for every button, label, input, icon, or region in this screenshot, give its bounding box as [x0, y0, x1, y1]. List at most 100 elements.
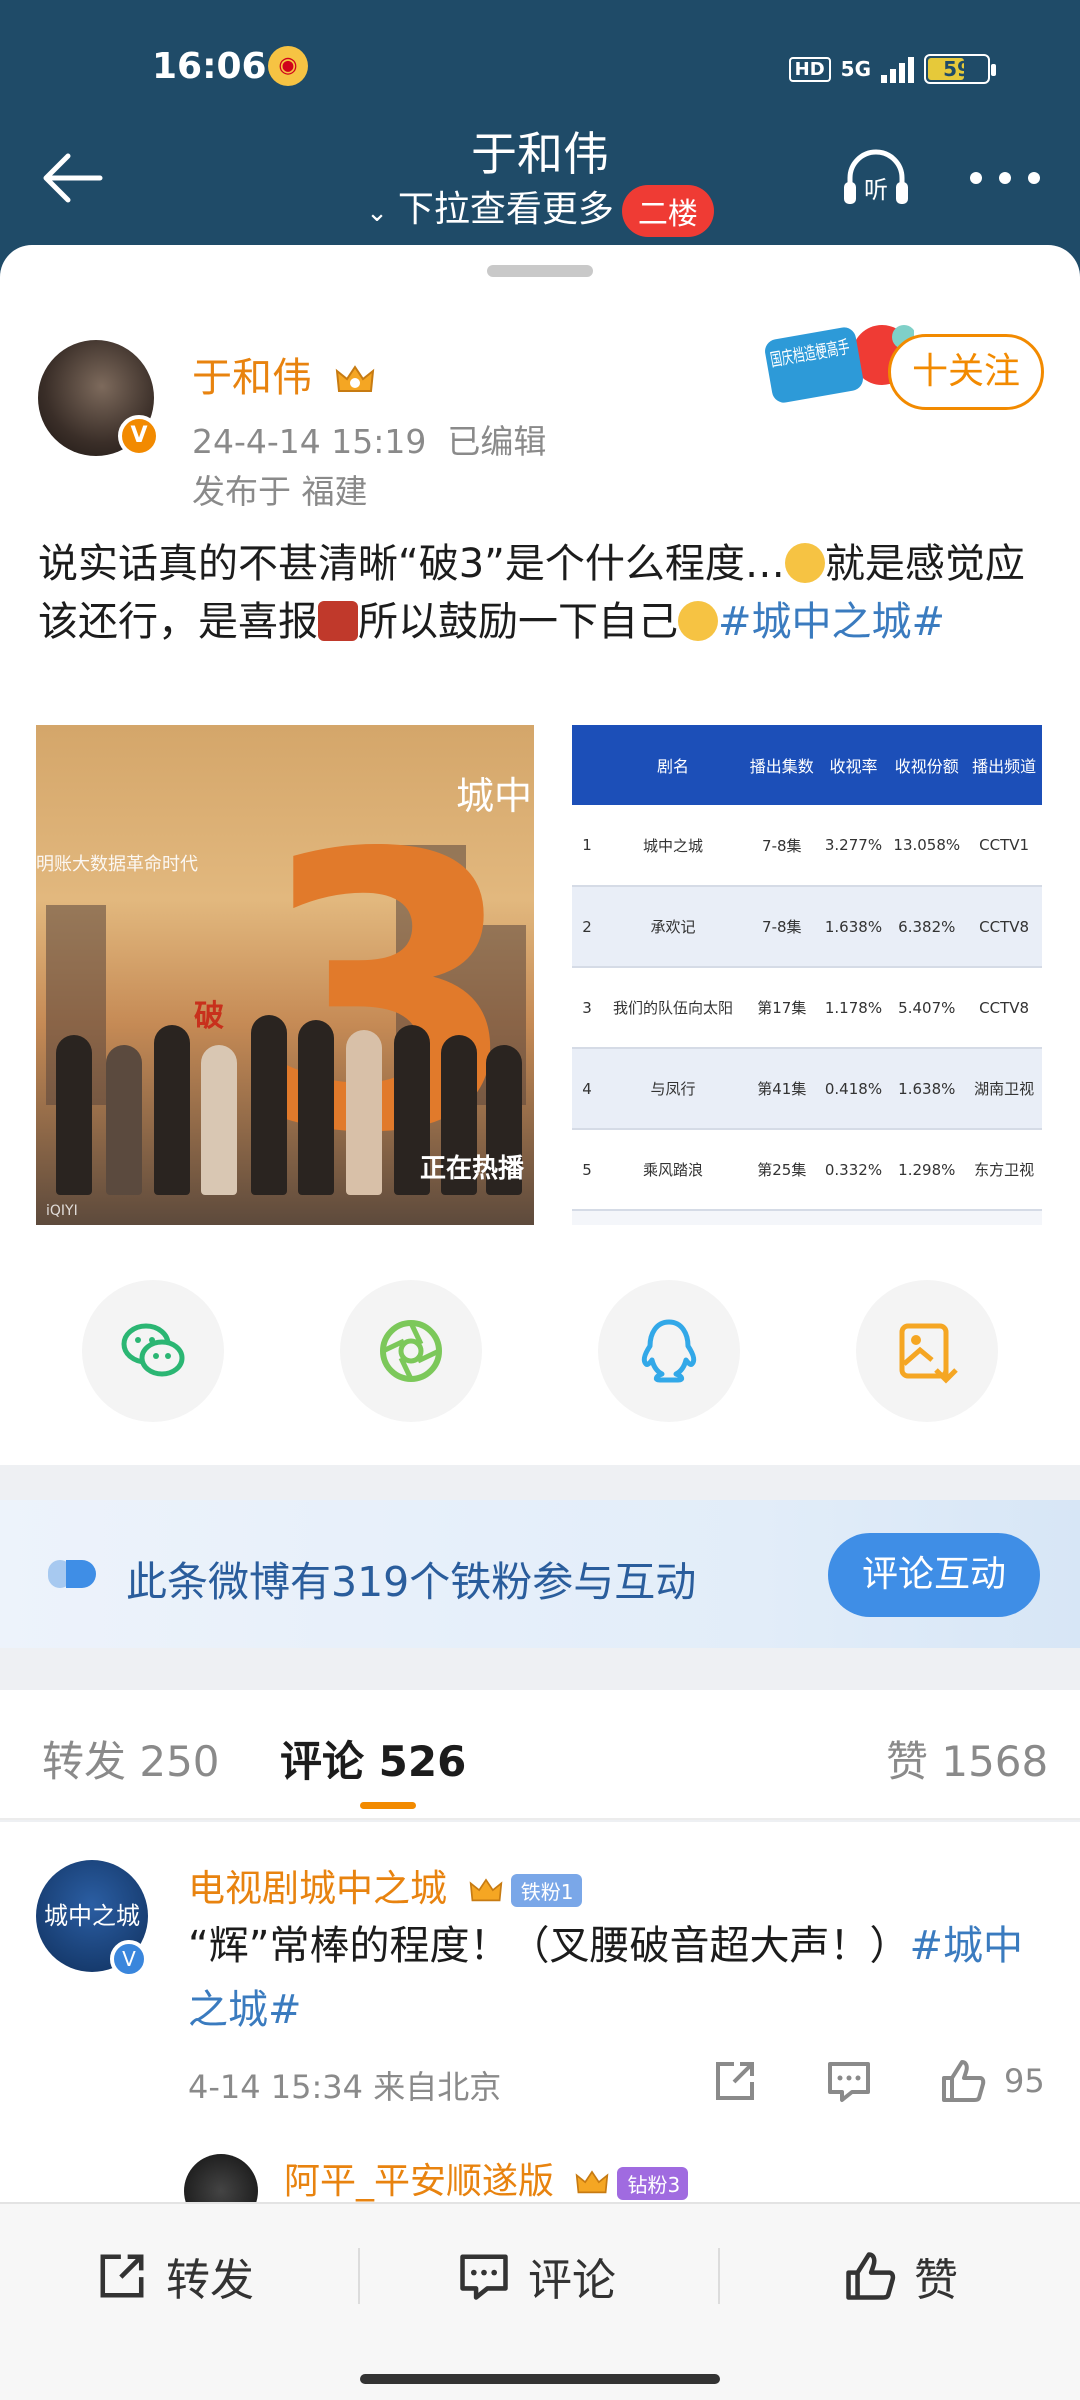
ratings-cell: 13.058% — [887, 805, 967, 887]
comment-body: “辉”常棒的程度！（叉腰破音超大声！） — [188, 1923, 910, 1969]
hashtag-link[interactable]: #城中之城# — [718, 599, 945, 645]
save-image-button[interactable] — [856, 1280, 998, 1422]
comment-location: 来自北京 — [373, 2068, 502, 2106]
crown-icon — [469, 1877, 503, 1901]
author-name[interactable]: 于和伟 — [192, 345, 375, 403]
ratings-cell: 第17集 — [743, 967, 820, 1049]
share-wechat-button[interactable] — [82, 1280, 224, 1422]
reply-author[interactable]: 阿平_平安顺遂版 钻粉3 — [284, 2152, 689, 2204]
like-label: 赞 — [914, 2255, 958, 2306]
page-title: 于和伟 — [471, 127, 609, 181]
ratings-cell: 湖南卫视 — [966, 1048, 1042, 1130]
share-moments-button[interactable] — [340, 1280, 482, 1422]
comment-time: 4-14 15:34 — [188, 2068, 364, 2106]
ratings-cell: 5 — [572, 1129, 602, 1211]
active-tab-indicator — [360, 1802, 416, 1809]
verified-badge-icon: V — [118, 415, 160, 457]
author-name-text: 于和伟 — [192, 355, 312, 401]
post-text: 说实话真的不甚清晰“破3”是个什么程度… 就是感觉应该还行，是喜报 所以鼓励一下自己… — [38, 535, 1048, 651]
comment-icon — [460, 2254, 508, 2300]
drag-handle[interactable] — [487, 265, 593, 277]
table-row: 5 乘风踏浪 第25集 0.332% 1.298% 东方卫视 — [572, 1129, 1042, 1211]
comment-label: 评论 — [528, 2255, 616, 2306]
ratings-cell: 我们的队伍向太阳 — [602, 967, 744, 1049]
home-indicator[interactable] — [360, 2374, 720, 2384]
firework-emoji-icon — [318, 601, 358, 641]
pull-down-hint[interactable]: ⌄ 下拉查看更多 二楼 — [0, 180, 1080, 237]
post-image-poster[interactable]: 明账大数据革命时代 3 破 城中 正在热播 iQIYI — [36, 725, 534, 1225]
comment-list: 城中之城 V 电视剧城中之城 铁粉1 “辉”常棒的程度！（叉腰破音超大声！）#城… — [0, 1822, 1080, 2228]
comment-interact-button[interactable]: 评论互动 — [828, 1533, 1040, 1617]
status-time: 16:06 — [152, 46, 267, 87]
commenter-name[interactable]: 电视剧城中之城 铁粉1 — [188, 1858, 582, 1912]
table-row: 4 与凤行 第41集 0.418% 1.638% 湖南卫视 — [572, 1048, 1042, 1130]
ratings-cell: 1 — [572, 805, 602, 887]
post-meta: 24-4-14 15:19 已编辑 — [192, 415, 546, 463]
repost-button[interactable]: 转发 — [96, 2246, 254, 2306]
qq-icon — [641, 1319, 697, 1383]
fan-level-badge: 钻粉3 — [617, 2166, 689, 2200]
ratings-cell: 6.382% — [887, 886, 967, 968]
fans-interaction-banner: 此条微博有319个铁粉参与互动 评论互动 — [0, 1500, 1080, 1648]
interaction-tabs: 转发 250 评论 526 赞 1568 — [0, 1690, 1080, 1820]
ratings-cell: 7-8集 — [743, 805, 820, 887]
like-button[interactable]: 赞 — [844, 2246, 958, 2306]
divider — [718, 2248, 720, 2304]
tab-comment[interactable]: 评论 526 — [280, 1728, 466, 1789]
share-qq-button[interactable] — [598, 1280, 740, 1422]
poster-now-airing: 正在热播 — [419, 1154, 524, 1184]
post-text-part3: 所以鼓励一下自己 — [358, 599, 678, 645]
second-floor-badge[interactable]: 二楼 — [621, 185, 714, 237]
ratings-table: 剧名 播出集数 收视率 收视份额 播出频道 1 城中之城 7-8集 3.277% 13.… — [572, 725, 1042, 1211]
ratings-cell: 城中之城 — [602, 805, 744, 887]
fan-level-badge: 铁粉1 — [510, 1874, 582, 1907]
ratings-cell: 第25集 — [743, 1129, 820, 1211]
network-label: 5G — [840, 57, 871, 81]
battery-level: 59 — [943, 57, 971, 81]
ratings-cell: 0.418% — [819, 1048, 888, 1130]
commenter-name-text: 电视剧城中之城 — [188, 1867, 447, 1910]
repost-comment-icon[interactable] — [712, 2058, 758, 2104]
post-card: V 于和伟 24-4-14 15:19 已编辑 发布于 福建 国庆档造梗高手 十… — [0, 245, 1080, 1465]
comment-meta: 4-14 15:34 来自北京 — [188, 2062, 501, 2108]
tab-repost[interactable]: 转发 250 — [42, 1728, 220, 1789]
repost-icon — [100, 2254, 144, 2298]
crown-icon — [335, 365, 374, 392]
listen-icon[interactable]: 听 — [840, 148, 912, 208]
thumb-up-icon[interactable] — [940, 2058, 986, 2104]
reply-comment-icon[interactable] — [826, 2058, 872, 2104]
ratings-cell: 乘风踏浪 — [602, 1129, 744, 1211]
post-location: 发布于 福建 — [192, 472, 368, 511]
post-text-part1: 说实话真的不甚清晰“破3”是个什么程度… — [38, 541, 785, 587]
poster-slogan: 明账大数据革命时代 — [36, 854, 198, 875]
wechat-icon — [121, 1323, 185, 1377]
save-image-icon — [899, 1323, 958, 1384]
comment-text: “辉”常棒的程度！（叉腰破音超大声！）#城中之城# — [188, 1914, 1038, 2042]
svg-text:听: 听 — [864, 176, 888, 204]
ratings-cell: CCTV1 — [966, 805, 1042, 887]
ratings-header: 收视份额 — [887, 725, 967, 805]
tab-like[interactable]: 赞 1568 — [886, 1728, 1048, 1789]
follow-button[interactable]: 十关注 — [888, 334, 1044, 410]
blush-emoji-icon — [678, 601, 718, 641]
comment-button[interactable]: 评论 — [458, 2246, 616, 2306]
post-image-ratings-table[interactable]: 剧名 播出集数 收视率 收视份额 播出频道 1 城中之城 7-8集 3.277% 13.… — [572, 725, 1042, 1225]
ratings-cell: 3 — [572, 967, 602, 1049]
status-right: HD 5G 59 — [788, 54, 996, 84]
ratings-cell: 承欢记 — [602, 886, 744, 968]
ratings-header: 剧名 — [602, 725, 744, 805]
ratings-header: 播出集数 — [743, 725, 820, 805]
edited-label[interactable]: 已编辑 — [447, 422, 546, 461]
table-row: 2 承欢记 7-8集 1.638% 6.382% CCTV8 — [572, 886, 1042, 968]
post-date: 24-4-14 15:19 — [192, 422, 427, 461]
ratings-header: 收视率 — [819, 725, 888, 805]
ratings-cell: 1.638% — [819, 886, 888, 968]
fans-icon — [48, 1560, 96, 1588]
reply-author-name: 阿平_平安顺遂版 — [284, 2161, 555, 2202]
crown-icon — [576, 2170, 609, 2194]
more-icon[interactable] — [970, 172, 1040, 188]
table-row: 1 城中之城 7-8集 3.277% 13.058% CCTV1 — [572, 805, 1042, 887]
poster-title: 城中 — [455, 774, 532, 818]
status-bar: 16:06 ◉ HD 5G 59 — [0, 40, 1080, 100]
poster-footer: iQIYI — [46, 1203, 78, 1219]
